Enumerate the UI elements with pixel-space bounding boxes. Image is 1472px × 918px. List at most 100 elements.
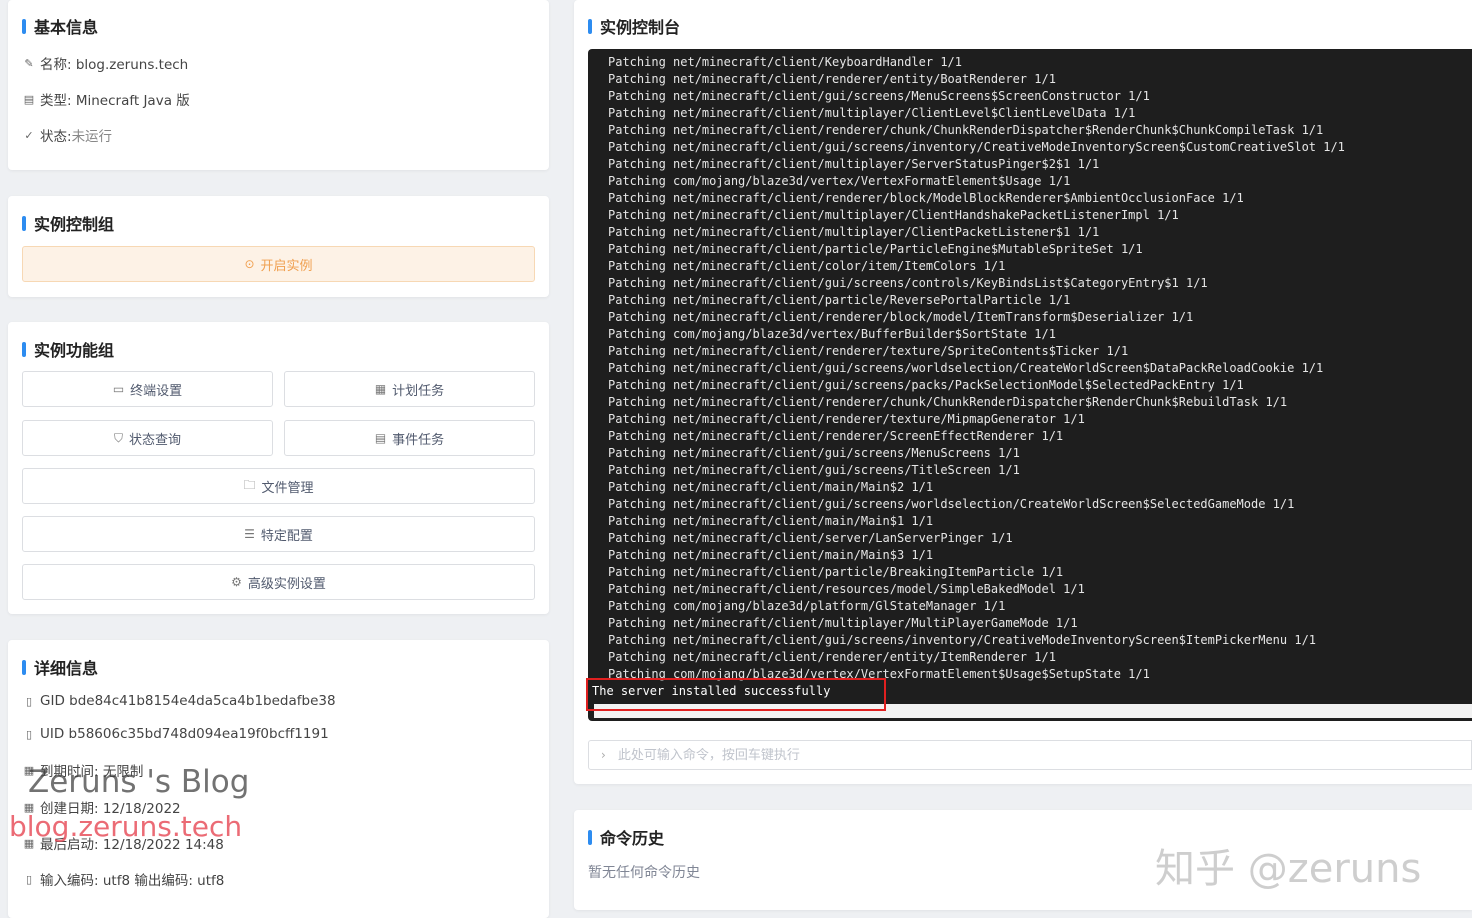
document-icon: ▯	[25, 872, 33, 886]
console-line: Patching com/mojang/blaze3d/platform/GlS…	[608, 599, 1006, 613]
name-value: 名称: blog.zeruns.tech	[40, 57, 189, 73]
console-line: Patching net/minecraft/client/multiplaye…	[608, 157, 1100, 171]
console-line: Patching net/minecraft/client/KeyboardHa…	[608, 55, 963, 69]
console-terminal[interactable]: Patching net/minecraft/client/KeyboardHa…	[588, 49, 1472, 721]
success-highlight-box	[586, 678, 886, 711]
basic-info-card: 基本信息 ✎ 名称: blog.zeruns.tech ▤ 类型: Minecr…	[8, 0, 549, 170]
status-value: 未运行	[71, 129, 113, 145]
encoding-value: 输入编码: utf8 输出编码: utf8	[40, 873, 225, 889]
console-line: Patching net/minecraft/client/gui/screen…	[608, 497, 1295, 511]
console-line: Patching net/minecraft/client/renderer/c…	[608, 395, 1288, 409]
console-line: Patching net/minecraft/client/particle/R…	[608, 293, 1071, 307]
file-management-label: 文件管理	[261, 480, 314, 496]
file-management-button[interactable]: 🗀 文件管理	[22, 468, 535, 504]
function-group-title: 实例功能组	[22, 337, 114, 361]
console-line: Patching net/minecraft/client/gui/screen…	[608, 276, 1208, 290]
event-tasks-button[interactable]: ▤ 事件任务	[284, 420, 535, 456]
sliders-icon: ☰	[244, 527, 255, 541]
type-value: 类型: Minecraft Java 版	[40, 93, 190, 109]
console-line: Patching net/minecraft/client/main/Main$…	[608, 480, 934, 494]
basic-info-title-text: 基本信息	[34, 18, 99, 37]
list-icon: ▤	[374, 431, 387, 445]
console-line: Patching net/minecraft/client/renderer/b…	[608, 310, 1194, 324]
chevron-right-icon: ›	[601, 748, 606, 762]
scheduled-tasks-label: 计划任务	[392, 383, 445, 399]
blog-url-watermark: blog.zeruns.tech	[9, 810, 243, 843]
command-input[interactable]	[617, 747, 1318, 763]
command-history-title: 命令历史	[588, 825, 664, 849]
title-accent-bar	[22, 18, 26, 34]
pencil-icon: ✎	[24, 56, 34, 70]
command-history-title-text: 命令历史	[600, 829, 665, 848]
basic-info-title: 基本信息	[22, 14, 98, 38]
blog-watermark: Zeruns 's Blog	[28, 764, 250, 800]
gear-icon: ⚙	[231, 575, 242, 589]
console-line: Patching net/minecraft/client/main/Main$…	[608, 548, 934, 562]
console-line: Patching com/mojang/blaze3d/vertex/Buffe…	[608, 327, 1056, 341]
calendar-icon: ▦	[374, 382, 387, 396]
console-line: Patching net/minecraft/client/server/Lan…	[608, 531, 1013, 545]
console-line: Patching net/minecraft/client/main/Main$…	[608, 514, 934, 528]
type-row: ▤ 类型: Minecraft Java 版	[23, 89, 190, 110]
uid-value: UID b58606c35bd748d094ea19f0bcff1191	[40, 726, 329, 742]
query-icon: ⛉	[113, 430, 123, 445]
title-accent-bar	[22, 341, 26, 357]
command-history-empty: 暂无任何命令历史	[588, 865, 700, 881]
encoding-row: ▯ 输入编码: utf8 输出编码: utf8	[23, 869, 225, 890]
console-line: Patching net/minecraft/client/resources/…	[608, 582, 1085, 596]
scheduled-tasks-button[interactable]: ▦ 计划任务	[284, 371, 535, 407]
function-group-title-text: 实例功能组	[34, 341, 115, 360]
console-line: Patching net/minecraft/client/multiplaye…	[608, 225, 1100, 239]
console-line: Patching net/minecraft/client/gui/screen…	[608, 633, 1317, 647]
console-line: Patching net/minecraft/client/particle/P…	[608, 242, 1143, 256]
title-accent-bar	[22, 659, 26, 675]
advanced-settings-label: 高级实例设置	[247, 576, 326, 592]
folder-icon: 🗀	[243, 477, 256, 492]
console-line: Patching net/minecraft/client/color/item…	[608, 259, 1006, 273]
console-line: Patching net/minecraft/client/gui/screen…	[608, 140, 1345, 154]
document-icon: ▯	[25, 694, 33, 708]
status-query-label: 状态查询	[129, 432, 182, 448]
monitor-icon: ▭	[112, 382, 125, 396]
specific-config-label: 特定配置	[260, 528, 313, 544]
console-line: Patching net/minecraft/client/renderer/t…	[608, 344, 1129, 358]
name-row: ✎ 名称: blog.zeruns.tech	[23, 53, 189, 74]
control-group-title-text: 实例控制组	[34, 215, 115, 234]
console-line: Patching net/minecraft/client/gui/screen…	[608, 378, 1244, 392]
uid-row: ▯ UID b58606c35bd748d094ea19f0bcff1191	[23, 726, 329, 742]
title-accent-bar	[588, 829, 592, 845]
details-title-text: 详细信息	[34, 659, 99, 678]
console-line: Patching net/minecraft/client/particle/B…	[608, 565, 1064, 579]
terminal-settings-label: 终端设置	[130, 383, 183, 399]
document-icon: ▤	[23, 92, 35, 106]
play-circle-icon: ⊙	[244, 257, 255, 271]
console-title: 实例控制台	[588, 14, 680, 38]
specific-config-button[interactable]: ☰ 特定配置	[22, 516, 535, 552]
console-line: Patching net/minecraft/client/multiplaye…	[608, 208, 1179, 222]
console-line: Patching net/minecraft/client/renderer/c…	[608, 123, 1324, 137]
terminal-settings-button[interactable]: ▭ 终端设置	[22, 371, 273, 407]
zhihu-watermark: 知乎 @zeruns	[1155, 846, 1422, 892]
title-accent-bar	[22, 215, 26, 231]
console-line: Patching net/minecraft/client/multiplaye…	[608, 616, 1078, 630]
gid-value: GID bde84c41b8154e4da5ca4b1bedafbe38	[40, 693, 336, 709]
console-line: Patching net/minecraft/client/renderer/e…	[608, 72, 1056, 86]
document-icon: ▯	[25, 727, 33, 741]
title-accent-bar	[588, 18, 592, 34]
control-group-title: 实例控制组	[22, 211, 114, 235]
console-line: Patching net/minecraft/client/renderer/S…	[608, 429, 1064, 443]
console-line: Patching com/mojang/blaze3d/vertex/Verte…	[608, 174, 1071, 188]
details-title: 详细信息	[22, 655, 98, 679]
console-line: Patching net/minecraft/client/gui/screen…	[608, 463, 1020, 477]
console-line: Patching net/minecraft/client/gui/screen…	[608, 361, 1324, 375]
event-tasks-label: 事件任务	[392, 432, 445, 448]
console-line: Patching net/minecraft/client/renderer/e…	[608, 650, 1056, 664]
status-query-button[interactable]: ⛉ 状态查询	[22, 420, 273, 456]
status-label: 状态:	[40, 129, 72, 145]
control-group-card: 实例控制组 ⊙ 开启实例	[8, 196, 549, 297]
command-input-bar[interactable]: ›	[588, 740, 1472, 770]
gid-row: ▯ GID bde84c41b8154e4da5ca4b1bedafbe38	[23, 693, 336, 709]
advanced-settings-button[interactable]: ⚙ 高级实例设置	[22, 564, 535, 600]
console-line: Patching net/minecraft/client/renderer/t…	[608, 412, 1085, 426]
start-instance-button[interactable]: ⊙ 开启实例	[22, 246, 535, 282]
